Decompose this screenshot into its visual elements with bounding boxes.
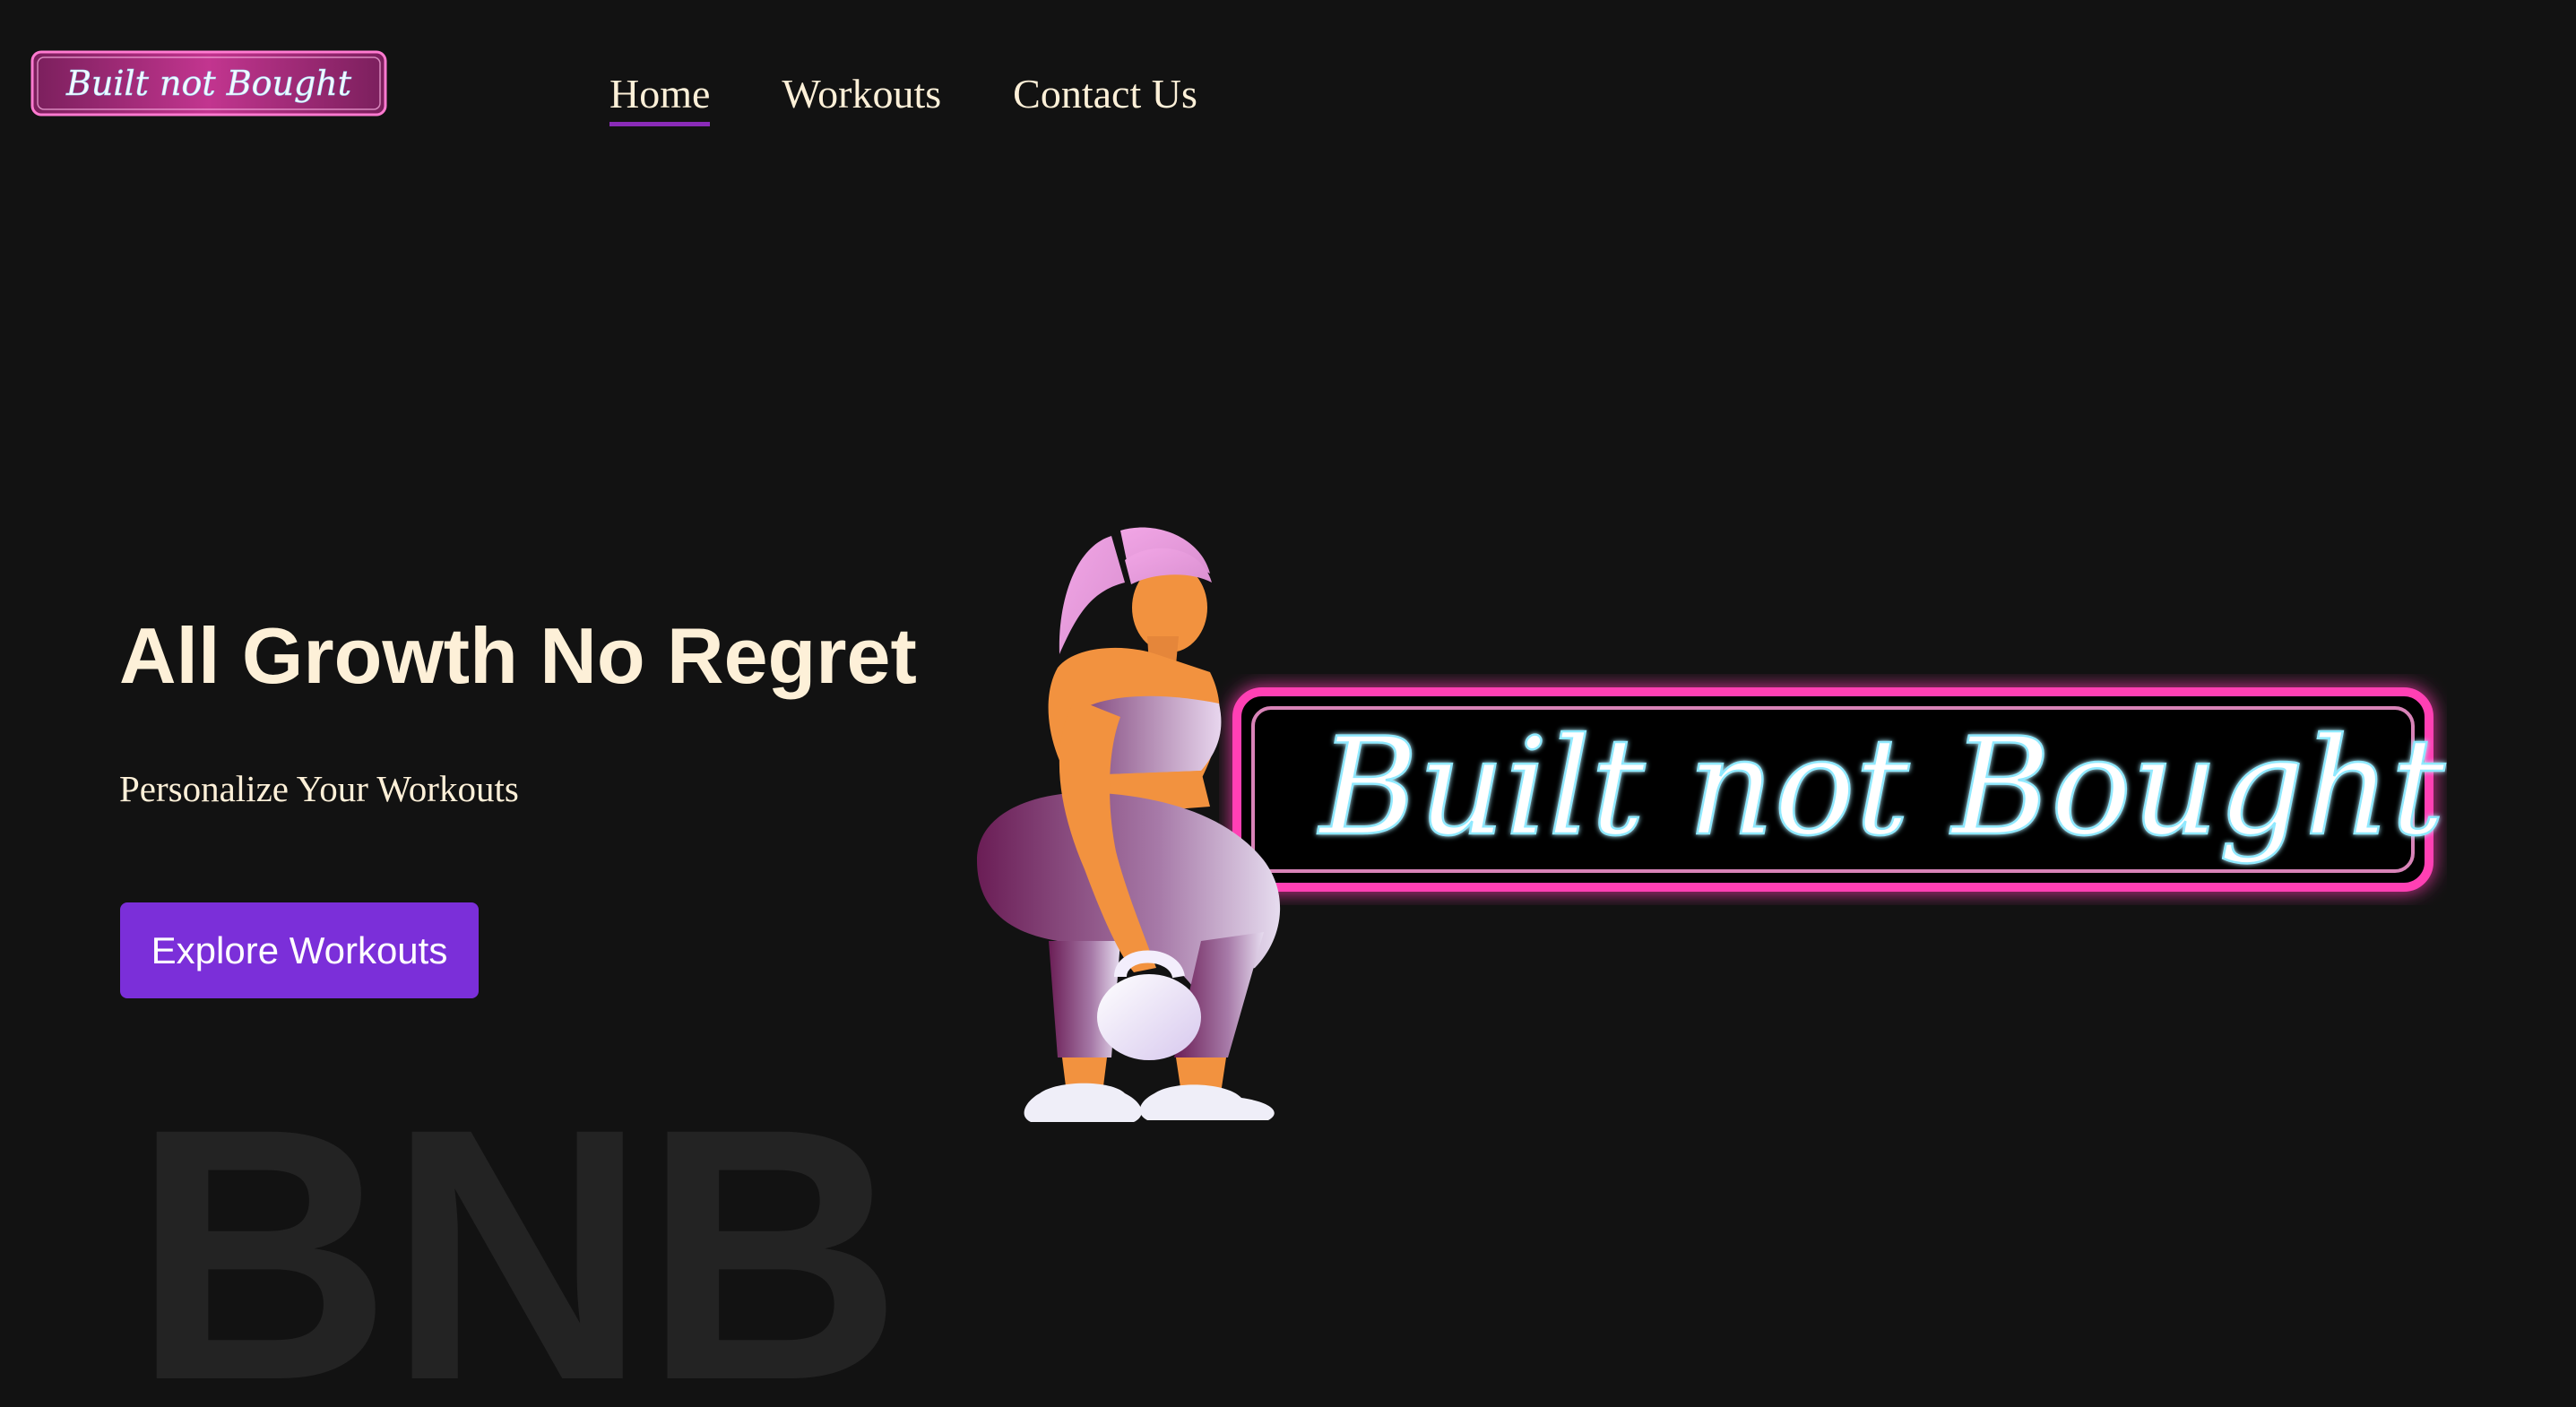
explore-workouts-button[interactable]: Explore Workouts xyxy=(120,902,479,998)
neon-sign-icon: Built not Bought xyxy=(1232,687,2447,892)
nav-link-home[interactable]: Home xyxy=(609,73,711,126)
hero-title: All Growth No Regret xyxy=(119,611,917,700)
neon-sign-text: Built not Bought xyxy=(1317,710,2445,866)
nav-link-workouts[interactable]: Workouts xyxy=(782,73,941,122)
bnb-watermark: BNB xyxy=(133,1075,899,1380)
brand-logo-text: Built not Bought xyxy=(65,64,352,103)
brand-logo-icon[interactable]: Built not Bought xyxy=(30,50,387,117)
main-nav: Home Workouts Contact Us xyxy=(609,73,1197,126)
nav-link-contact-us[interactable]: Contact Us xyxy=(1013,73,1197,122)
hero-subtitle: Personalize Your Workouts xyxy=(119,768,519,809)
